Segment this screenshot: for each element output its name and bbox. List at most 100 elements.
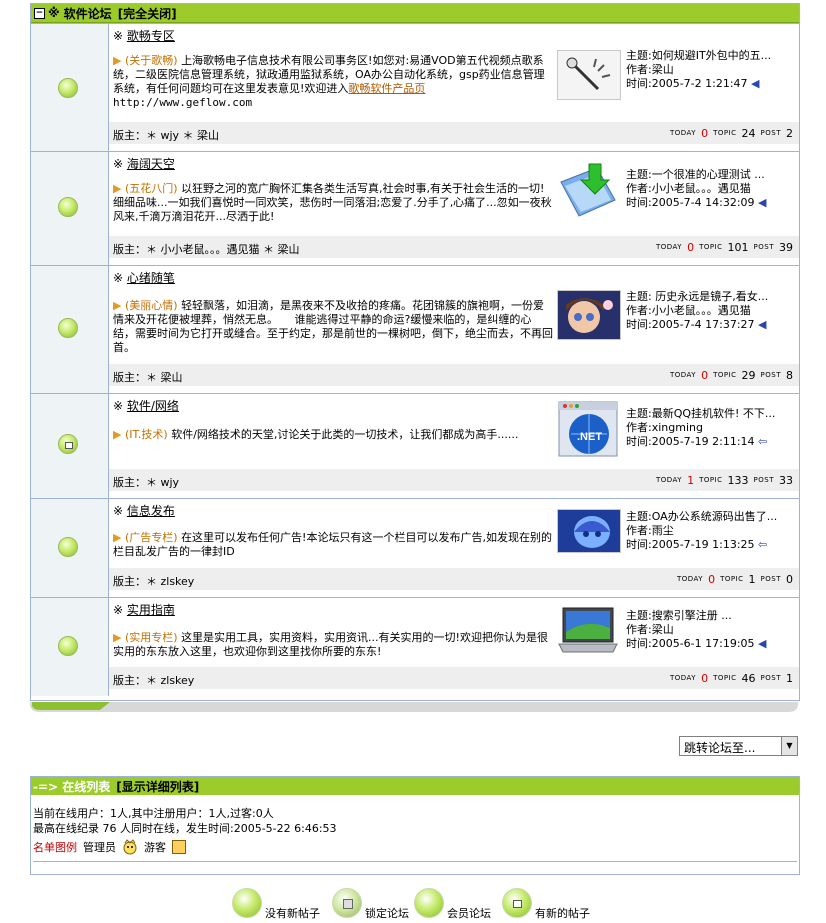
online-title: -=> 在线列表	[33, 779, 111, 794]
last-post: 主题:一个很准的心理测试 ... 作者:小小老鼠。。。遇见猫 时间:2005-7…	[626, 168, 796, 210]
board-thumbnail	[557, 509, 621, 553]
last-post-subject[interactable]: 主题:搜索引擎注册 ...	[626, 609, 796, 623]
board-footer: 版主：＊ 小小老鼠。。。遇见猫 ＊ 梁山 TODAY 0 TOPIC 101 POST 3…	[109, 236, 799, 258]
moderators: 版主：＊ zlskey	[113, 674, 195, 687]
last-post-subject[interactable]: 主题:最新QQ挂机软件! 不下...	[626, 407, 796, 421]
goto-post-icon[interactable]: ◀	[751, 77, 759, 90]
member-forum-icon	[414, 888, 444, 918]
board-stats: TODAY 1 TOPIC 133 POST 33	[656, 474, 793, 487]
last-post-author: 作者:xingming	[626, 421, 703, 434]
board-title: ※ 信息发布	[113, 504, 175, 518]
svg-text:.NET: .NET	[577, 431, 602, 443]
jump-forum-label: 跳转论坛至...	[684, 741, 756, 755]
last-post: 主题:如何规避IT外包中的五... 作者:梁山 时间:2005-7-2 1:21…	[626, 49, 796, 91]
goto-post-icon[interactable]: ◀	[758, 196, 766, 209]
board-stats: TODAY 0 TOPIC 101 POST 39	[656, 241, 793, 254]
last-post: 主题:OA办公系统源码出售了... 作者:雨尘 时间:2005-7-19 1:1…	[626, 510, 796, 552]
legend-admin: 管理员	[83, 841, 116, 854]
last-post: 主题: 历史永远是镜子,看女... 作者:小小老鼠。。。遇见猫 时间:2005-…	[626, 290, 796, 332]
board-title: ※ 实用指南	[113, 603, 175, 617]
board-desc: ▶ (美丽心情) 轻轻飘落，如泪滴，是黑夜来不及收拾的疼痛。花团锦簇的旗袍啊，一…	[113, 299, 553, 354]
chevron-down-icon[interactable]: ▼	[781, 737, 797, 755]
jump-forum-select[interactable]: 跳转论坛至... ▼	[679, 736, 798, 756]
moderators: 版主：＊ 小小老鼠。。。遇见猫 ＊ 梁山	[113, 243, 300, 256]
board-status-icon	[58, 434, 78, 454]
last-post: 主题:搜索引擎注册 ... 作者:梁山 时间:2005-6-1 17:19:05…	[626, 609, 796, 651]
goto-post-icon[interactable]: ◀	[758, 637, 766, 650]
board-footer: 版主：＊ wjy TODAY 1 TOPIC 133 POST 33	[109, 469, 799, 491]
board-title: ※ 心绪随笔	[113, 271, 175, 285]
online-current: 当前在线用户：1人,其中注册用户：1人,过客:0人	[33, 807, 274, 820]
board-link[interactable]: 海阔天空	[127, 157, 175, 171]
board-title: ※ 海阔天空	[113, 157, 175, 171]
board-thumbnail	[557, 604, 619, 653]
moderators: 版主：＊ 梁山	[113, 371, 183, 384]
board-thumbnail	[557, 50, 621, 100]
show-detail-link[interactable]: [显示详细列表]	[116, 778, 199, 795]
forum-prefix: ※	[48, 6, 60, 20]
admin-icon	[122, 839, 138, 855]
board-title: ※ 歌畅专区	[113, 29, 175, 43]
board-row: ※ 海阔天空 ▶ (五花八门) 以狂野之河的宽广胸怀汇集各类生活写真,社会时事,…	[31, 151, 799, 265]
board-title: ※ 软件/网络	[113, 399, 179, 413]
board-stats: TODAY 0 TOPIC 29 POST 8	[670, 369, 793, 382]
board-status-icon	[58, 78, 78, 98]
forum-status[interactable]: [完全关闭]	[118, 5, 177, 22]
last-post-time: 时间:2005-7-19 1:13:25	[626, 538, 755, 551]
last-post-author: 作者:梁山	[626, 623, 674, 636]
last-post: 主题:最新QQ挂机软件! 不下... 作者:xingming 时间:2005-7…	[626, 407, 796, 449]
board-link[interactable]: 实用指南	[127, 603, 175, 617]
board-status-icon	[58, 636, 78, 656]
board-desc: ▶ (实用专栏) 这里是实用工具，实用资料，实用资讯...有关实用的一切!欢迎把…	[113, 631, 548, 658]
last-post-time: 时间:2005-6-1 17:19:05	[626, 637, 755, 650]
locked-forum-icon	[332, 888, 362, 918]
panel-bottom-bar	[30, 702, 798, 712]
moderators: 版主：＊ wjy ＊ 梁山	[113, 129, 220, 142]
board-desc: ▶ (广告专栏) 在这里可以发布任何广告!本论坛只有这一个栏目可以发布广告,如发…	[113, 531, 552, 558]
last-post-time: 时间:2005-7-2 1:21:47	[626, 77, 748, 90]
online-header: -=> 在线列表 [显示详细列表]	[31, 777, 799, 795]
board-link[interactable]: 信息发布	[127, 504, 175, 518]
moderators: 版主：＊ wjy	[113, 476, 180, 489]
online-panel: -=> 在线列表 [显示详细列表] 当前在线用户：1人,其中注册用户：1人,过客…	[30, 776, 800, 875]
last-post-time: 时间:2005-7-4 14:32:09	[626, 196, 755, 209]
forum-panel: − ※ 软件论坛 [完全关闭] ※ 歌畅专区 ▶ (关于歌畅) 上海歌畅电子信息…	[30, 3, 800, 701]
forum-name: 软件论坛	[63, 6, 112, 21]
last-post-subject[interactable]: 主题:OA办公系统源码出售了...	[626, 510, 796, 524]
board-desc: ▶ (五花八门) 以狂野之河的宽广胸怀汇集各类生活写真,社会时事,有关于社会生活…	[113, 182, 552, 223]
board-footer: 版主：＊ wjy ＊ 梁山 TODAY 0 TOPIC 24 POST 2	[109, 122, 799, 144]
board-stats: TODAY 0 TOPIC 24 POST 2	[670, 127, 793, 140]
board-status-icon	[58, 537, 78, 557]
board-desc: ▶ (IT.技术) 软件/网络技术的天堂,讨论关于此类的一切技术，让我们都成为高…	[113, 428, 519, 441]
board-thumbnail: .NET	[557, 400, 619, 457]
last-post-subject[interactable]: 主题: 历史永远是镜子,看女...	[626, 290, 796, 304]
board-stats: TODAY 0 TOPIC 46 POST 1	[670, 672, 793, 685]
board-status-icon	[58, 318, 78, 338]
legend-label: 名单图例	[33, 841, 77, 854]
board-row: ※ 软件/网络 ▶ (IT.技术) 软件/网络技术的天堂,讨论关于此类的一切技术…	[31, 393, 799, 498]
board-stats: TODAY 0 TOPIC 1 POST 0	[677, 573, 793, 586]
board-link[interactable]: 歌畅专区	[127, 29, 175, 43]
product-link[interactable]: 歌畅软件产品页	[348, 82, 425, 95]
board-row: ※ 实用指南 ▶ (实用专栏) 这里是实用工具，实用资料，实用资讯...有关实用…	[31, 597, 799, 696]
no-new-posts-icon	[232, 888, 262, 918]
online-legend: 名单图例 管理员 游客	[33, 839, 186, 855]
goto-post-icon[interactable]: ◀	[758, 318, 766, 331]
last-post-time: 时间:2005-7-19 2:11:14	[626, 435, 755, 448]
last-post-subject[interactable]: 主题:如何规避IT外包中的五...	[626, 49, 796, 63]
board-desc: ▶ (关于歌畅) 上海歌畅电子信息技术有限公司事务区!如您对:易通VOD第五代视…	[113, 54, 545, 109]
goto-post-icon[interactable]: ⇦	[758, 538, 767, 551]
goto-post-icon[interactable]: ⇦	[758, 435, 767, 448]
collapse-toggle[interactable]: −	[34, 7, 45, 19]
board-link[interactable]: 软件/网络	[127, 399, 179, 413]
board-footer: 版主：＊ zlskey TODAY 0 TOPIC 1 POST 0	[109, 568, 799, 590]
board-thumbnail	[557, 160, 619, 217]
board-footer: 版主：＊ zlskey TODAY 0 TOPIC 46 POST 1	[109, 667, 799, 689]
board-link[interactable]: 心绪随笔	[127, 271, 175, 285]
last-post-author: 作者:梁山	[626, 63, 674, 76]
last-post-subject[interactable]: 主题:一个很准的心理测试 ...	[626, 168, 796, 182]
last-post-author: 作者:小小老鼠。。。遇见猫	[626, 304, 751, 317]
board-footer: 版主：＊ 梁山 TODAY 0 TOPIC 29 POST 8	[109, 364, 799, 386]
board-thumbnail	[557, 290, 621, 340]
last-post-author: 作者:雨尘	[626, 524, 674, 537]
